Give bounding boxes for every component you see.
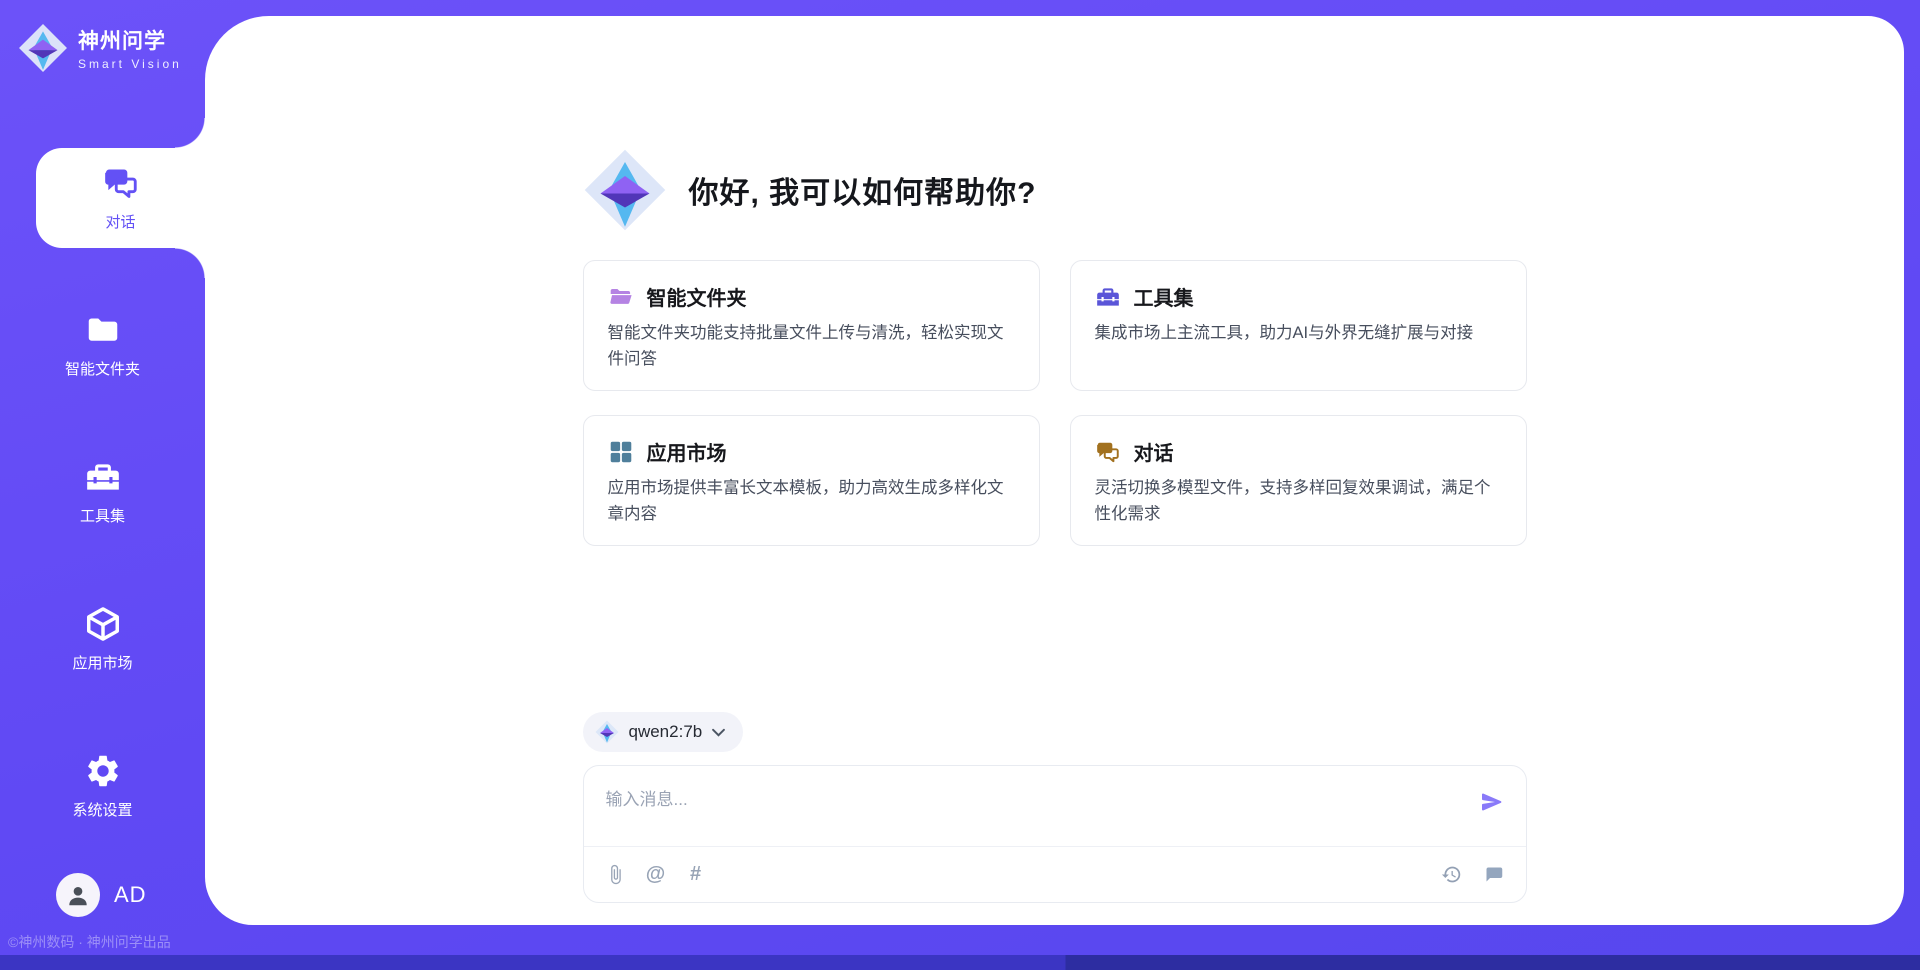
brand-diamond-logo-icon	[18, 23, 68, 73]
sidebar-item-smart-folder[interactable]: 智能文件夹	[0, 295, 205, 395]
toolbox-icon	[1095, 284, 1121, 310]
attach-file-icon[interactable]	[604, 863, 628, 887]
model-name: qwen2:7b	[629, 722, 703, 742]
sidebar-item-settings[interactable]: 系统设置	[0, 736, 205, 836]
chat-icon	[1095, 439, 1121, 465]
toolbox-icon	[84, 458, 122, 496]
sidebar-item-toolset[interactable]: 工具集	[0, 442, 205, 542]
card-toolset[interactable]: 工具集 集成市场上主流工具，助力AI与外界无缝扩展与对接	[1070, 260, 1527, 391]
user-name: AD	[114, 882, 147, 908]
sidebar: 神州问学 Smart Vision 对话 智能文件夹	[0, 0, 205, 970]
card-description: 灵活切换多模型文件，支持多样回复效果调试，满足个性化需求	[1095, 476, 1502, 527]
model-selector[interactable]: qwen2:7b	[583, 712, 744, 752]
card-title: 工具集	[1134, 282, 1194, 311]
brand-name: 神州问学	[78, 25, 182, 55]
greeting-title: 你好, 我可以如何帮助你?	[689, 168, 1037, 212]
gear-icon	[84, 752, 122, 790]
send-icon[interactable]	[1480, 790, 1504, 814]
card-description: 集成市场上主流工具，助力AI与外界无缝扩展与对接	[1095, 321, 1502, 347]
cube-icon	[84, 605, 122, 643]
model-diamond-logo-icon	[595, 720, 619, 744]
chevron-down-icon	[712, 728, 725, 737]
app-root: 神州问学 Smart Vision 对话 智能文件夹	[0, 0, 1920, 970]
sidebar-item-label: 系统设置	[72, 799, 132, 820]
card-title: 对话	[1134, 437, 1174, 466]
card-smart-folder[interactable]: 智能文件夹 智能文件夹功能支持批量文件上传与清洗，轻松实现文件问答	[583, 260, 1040, 391]
message-input[interactable]	[584, 766, 1526, 846]
chat-composer-section: qwen2:7b	[583, 712, 1527, 903]
folder-icon	[84, 311, 122, 349]
sidebar-item-label: 智能文件夹	[65, 358, 140, 379]
person-icon	[65, 882, 91, 908]
user-profile[interactable]: AD	[56, 873, 147, 917]
feature-cards: 智能文件夹 智能文件夹功能支持批量文件上传与清洗，轻松实现文件问答 工具集 集成…	[583, 260, 1527, 546]
sidebar-item-chat[interactable]: 对话	[36, 148, 205, 248]
sidebar-nav: 对话 智能文件夹 工具集 应用市场	[0, 148, 205, 836]
card-title: 应用市场	[647, 437, 727, 466]
card-description: 应用市场提供丰富长文本模板，助力高效生成多样化文章内容	[608, 476, 1015, 527]
sidebar-item-app-market[interactable]: 应用市场	[0, 589, 205, 689]
sidebar-item-label: 对话	[105, 211, 135, 232]
bottom-edge-strip	[0, 955, 1920, 970]
hashtag-icon[interactable]: #	[684, 863, 708, 887]
brand: 神州问学 Smart Vision	[0, 0, 205, 78]
history-icon[interactable]	[1440, 863, 1464, 887]
sidebar-item-label: 工具集	[80, 505, 125, 526]
brand-subtitle: Smart Vision	[78, 57, 182, 71]
greeting-section: 你好, 我可以如何帮助你?	[583, 148, 1527, 232]
card-title: 智能文件夹	[647, 282, 747, 311]
chat-icon	[102, 164, 140, 202]
card-description: 智能文件夹功能支持批量文件上传与清洗，轻松实现文件问答	[608, 321, 1015, 372]
grid-icon	[608, 439, 634, 465]
avatar	[56, 873, 100, 917]
main-panel: 你好, 我可以如何帮助你? 智能文件夹 智能文件夹功能支持批量文件上传与清洗，轻…	[205, 16, 1904, 925]
chat-bubble-icon[interactable]	[1482, 863, 1506, 887]
folder-open-icon	[608, 284, 634, 310]
composer-toolbar: @ #	[584, 846, 1526, 902]
copyright-footer: ©神州数码 · 神州问学出品	[8, 932, 208, 952]
card-app-market[interactable]: 应用市场 应用市场提供丰富长文本模板，助力高效生成多样化文章内容	[583, 415, 1040, 546]
mention-icon[interactable]: @	[644, 863, 668, 887]
sidebar-item-label: 应用市场	[72, 652, 132, 673]
card-chat[interactable]: 对话 灵活切换多模型文件，支持多样回复效果调试，满足个性化需求	[1070, 415, 1527, 546]
assistant-diamond-logo-icon	[583, 148, 667, 232]
message-input-box: @ #	[583, 765, 1527, 903]
